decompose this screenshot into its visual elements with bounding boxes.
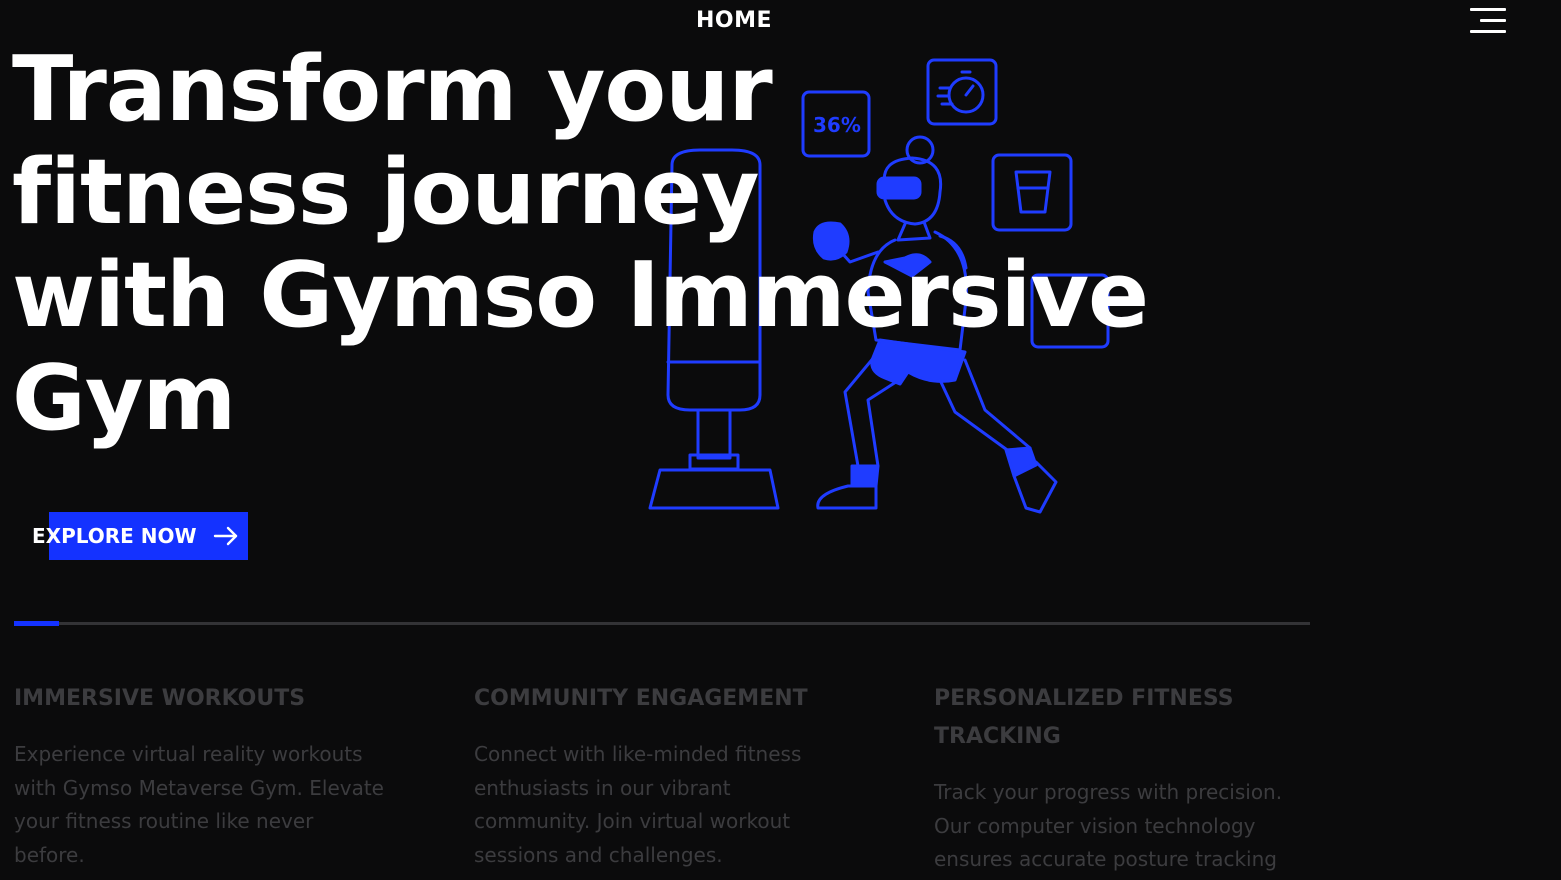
arrow-right-icon: [213, 526, 237, 546]
hero-title-line: fitness journey: [12, 140, 760, 245]
explore-now-label: EXPLORE NOW: [32, 524, 197, 548]
hero-title-line: with Gymso Immersive: [12, 243, 1149, 348]
feature-text: Connect with like-minded fitness enthusi…: [474, 742, 802, 867]
slide-progress-track[interactable]: [14, 621, 1310, 626]
soundwave-logo-icon: [637, 0, 677, 40]
feature-personalized-tracking: PERSONALIZED FITNESS TRACKING Track your…: [934, 680, 1314, 877]
hero-title-line: Transform your: [12, 37, 773, 142]
feature-community-engagement: COMMUNITY ENGAGEMENT Connect with like-m…: [474, 680, 864, 872]
feature-title: IMMERSIVE WORKOUTS: [14, 686, 306, 711]
feature-title: PERSONALIZED FITNESS TRACKING: [934, 686, 1234, 749]
explore-now-wrapper: EXPLORE NOW: [32, 512, 248, 560]
hamburger-menu-icon[interactable]: [1466, 6, 1510, 36]
feature-immersive-workouts: IMMERSIVE WORKOUTS Experience virtual re…: [14, 680, 404, 872]
feature-text: Track your progress with precision. Our …: [934, 780, 1283, 871]
brand-label: HOME: [696, 7, 773, 33]
feature-text: Experience virtual reality workouts with…: [14, 742, 384, 867]
brand-home-link[interactable]: HOME: [636, 0, 772, 40]
feature-title: COMMUNITY ENGAGEMENT: [474, 686, 808, 711]
explore-now-button[interactable]: EXPLORE NOW: [32, 512, 239, 560]
page: HOME 36% Transform your fitness journey …: [0, 0, 1561, 880]
slide-progress-fill: [14, 621, 60, 626]
hero-title: Transform your fitness journey with Gyms…: [12, 38, 1312, 450]
hero-title-line: Gym: [12, 346, 236, 451]
